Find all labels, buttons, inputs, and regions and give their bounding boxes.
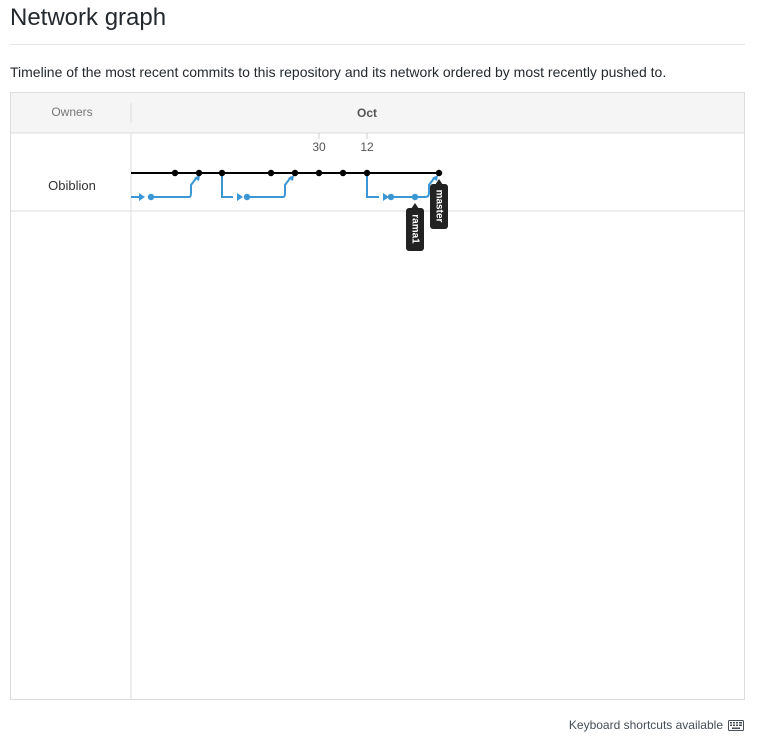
branch-label-text: master [434, 190, 445, 223]
commit-dot[interactable] [411, 193, 419, 201]
commit-dot[interactable] [147, 193, 155, 201]
network-graph[interactable]: Owners Oct 30 12 Obiblion master rama1 [10, 92, 745, 700]
page-title: Network graph [10, 4, 167, 31]
day-label: 12 [360, 140, 374, 154]
commit-dot[interactable] [218, 169, 226, 177]
page-description: Timeline of the most recent commits to t… [10, 64, 667, 80]
commit-dot[interactable] [339, 169, 347, 177]
commit-dot[interactable] [267, 169, 275, 177]
branch-line [366, 173, 379, 198]
branch-line [247, 176, 292, 198]
day-label: 30 [312, 140, 326, 154]
keyboard-shortcuts-hint[interactable]: Keyboard shortcuts available [569, 718, 744, 732]
branch-label-master[interactable]: master [430, 179, 448, 229]
branch-line [151, 176, 198, 198]
commit-dot[interactable] [171, 169, 179, 177]
keyboard-icon [728, 719, 744, 731]
owners-header: Owners [51, 105, 92, 119]
branch-label-text: rama1 [410, 214, 421, 244]
commit-dot[interactable] [435, 169, 443, 177]
shortcuts-text: Keyboard shortcuts available [568, 718, 723, 732]
branch-label-rama1[interactable]: rama1 [406, 203, 424, 251]
owner-name[interactable]: Obiblion [48, 178, 96, 193]
commit-dot[interactable] [387, 193, 395, 201]
commit-dot[interactable] [291, 169, 299, 177]
title-divider [10, 44, 745, 45]
commit-dot[interactable] [195, 169, 203, 177]
branch-arrow [237, 193, 243, 201]
month-label: Oct [357, 106, 377, 120]
graph-header [11, 93, 744, 133]
commit-dot[interactable] [243, 193, 251, 201]
commit-dot[interactable] [363, 169, 371, 177]
network-graph-canvas[interactable]: Owners Oct 30 12 Obiblion master rama1 [11, 93, 744, 699]
branch-line [221, 173, 233, 198]
commit-dot[interactable] [315, 169, 323, 177]
branch-arrow [139, 193, 145, 201]
